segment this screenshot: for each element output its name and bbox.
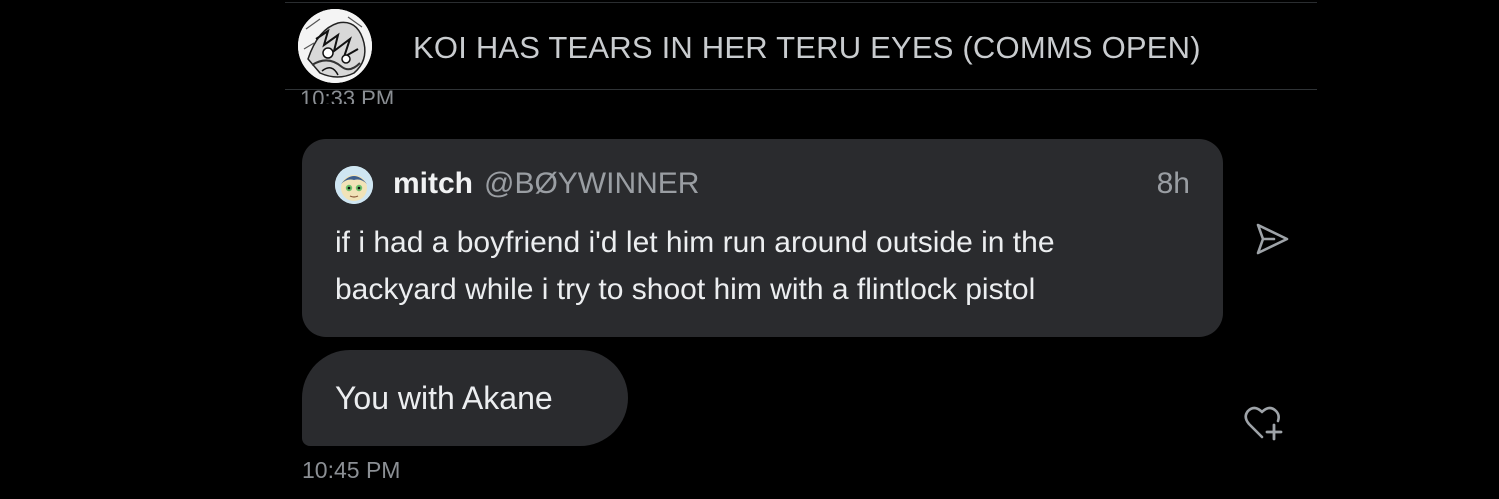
cartoon-face-avatar-icon [335,166,373,204]
quoted-post-age: 8h [1156,167,1190,200]
quoted-post-line: if i had a boyfriend i'd let him run aro… [335,226,1055,259]
quoted-post-text: if i had a boyfriend i'd let him run aro… [335,219,1195,313]
previous-message-timestamp: 10:33 PM [300,86,395,104]
quoted-author-name[interactable]: mitch [393,167,473,201]
share-button[interactable] [1254,222,1290,256]
quoted-author-avatar[interactable] [335,166,373,204]
quoted-post-card[interactable]: mitch @BØYWINNER 8h if i had a boyfriend… [302,139,1223,337]
quoted-author-handle[interactable]: @BØYWINNER [484,167,699,201]
conversation-avatar[interactable] [298,9,372,83]
message-text: You with Akane [335,380,553,416]
message-bubble[interactable]: You with Akane [302,350,628,446]
conversation-title[interactable]: KOI HAS TEARS IN HER TERU EYES (COMMS OP… [413,30,1201,66]
heart-plus-icon [1244,406,1283,441]
send-arrow-icon [1256,223,1289,255]
conversation-header[interactable]: KOI HAS TEARS IN HER TERU EYES (COMMS OP… [285,3,1317,90]
quoted-post-line: backyard while i try to shoot him with a… [335,273,1036,306]
message-timestamp: 10:45 PM [302,457,401,483]
manga-sketch-avatar-icon [298,9,372,83]
add-reaction-button[interactable] [1242,403,1286,443]
